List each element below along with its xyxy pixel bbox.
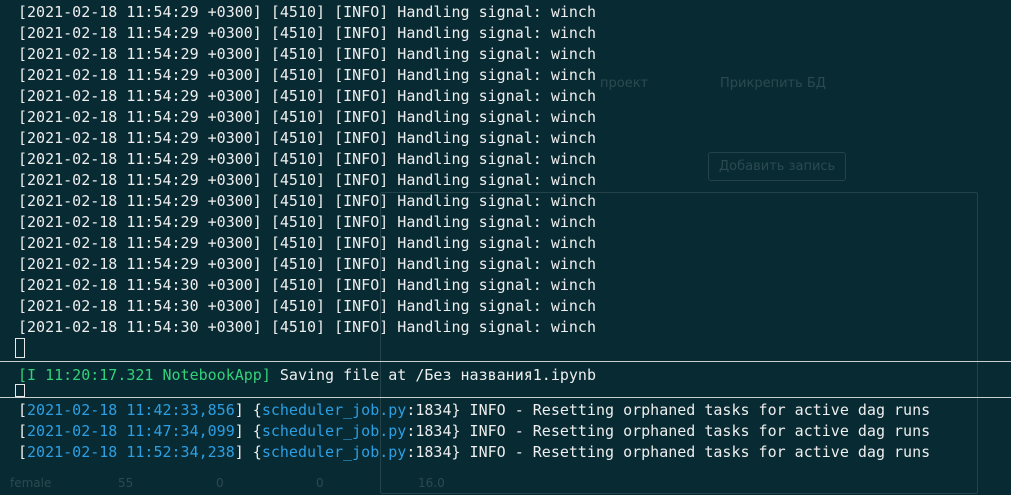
scheduler-log-line: [2021-02-18 11:52:34,238] {scheduler_job… (18, 442, 930, 463)
log-source-file: scheduler_job.py (261, 443, 407, 461)
notebook-log-line: [I 11:20:17.321 NotebookApp] Saving file… (18, 365, 596, 386)
log-timestamp: 2021-02-18 11:52:34,238 (27, 443, 235, 461)
log-lines-top: [2021-02-18 11:54:29 +0300] [4510] [INFO… (18, 2, 596, 338)
log-lines-bottom: [2021-02-18 11:42:33,856] {scheduler_job… (18, 400, 930, 463)
log-message: :1834} INFO - Resetting orphaned tasks f… (406, 443, 931, 461)
log-line: [2021-02-18 11:54:29 +0300] [4510] [INFO… (18, 24, 596, 42)
bracket: [ (18, 443, 28, 461)
log-line: [2021-02-18 11:54:30 +0300] [4510] [INFO… (18, 276, 596, 294)
log-line: [2021-02-18 11:54:29 +0300] [4510] [INFO… (18, 192, 596, 210)
log-line: [2021-02-18 11:54:29 +0300] [4510] [INFO… (18, 3, 596, 21)
scheduler-log-line: [2021-02-18 11:47:34,099] {scheduler_job… (18, 421, 930, 442)
log-line: [2021-02-18 11:54:29 +0300] [4510] [INFO… (18, 234, 596, 252)
log-line: [2021-02-18 11:54:29 +0300] [4510] [INFO… (18, 66, 596, 84)
terminal-cursor (15, 338, 25, 358)
log-timestamp: 2021-02-18 11:42:33,856 (27, 401, 235, 419)
log-message: :1834} INFO - Resetting orphaned tasks f… (406, 422, 931, 440)
scheduler-log-line: [2021-02-18 11:42:33,856] {scheduler_job… (18, 400, 930, 421)
log-lines-middle: [I 11:20:17.321 NotebookApp] Saving file… (18, 365, 596, 386)
bracket: ] { (234, 443, 262, 461)
log-line: [2021-02-18 11:54:29 +0300] [4510] [INFO… (18, 45, 596, 63)
bracket: ] { (234, 422, 262, 440)
log-line: [2021-02-18 11:54:29 +0300] [4510] [INFO… (18, 108, 596, 126)
log-line: [2021-02-18 11:54:29 +0300] [4510] [INFO… (18, 213, 596, 231)
bracket: ] { (234, 401, 262, 419)
log-message: :1834} INFO - Resetting orphaned tasks f… (406, 401, 931, 419)
terminal-window[interactable]: проект Прикрепить БД Добавить запись fem… (0, 0, 1011, 495)
notebook-log-message: Saving file at /Без названия1.ipynb (270, 366, 596, 384)
terminal-pane-top[interactable]: [2021-02-18 11:54:29 +0300] [4510] [INFO… (0, 0, 1011, 360)
log-line: [2021-02-18 11:54:29 +0300] [4510] [INFO… (18, 87, 596, 105)
log-source-file: scheduler_job.py (261, 422, 407, 440)
terminal-cursor (15, 384, 25, 397)
terminal-pane-bottom[interactable]: [2021-02-18 11:42:33,856] {scheduler_job… (0, 398, 1011, 495)
log-line: [2021-02-18 11:54:30 +0300] [4510] [INFO… (18, 297, 596, 315)
log-line: [2021-02-18 11:54:29 +0300] [4510] [INFO… (18, 150, 596, 168)
log-line: [2021-02-18 11:54:29 +0300] [4510] [INFO… (18, 255, 596, 273)
log-timestamp: 2021-02-18 11:47:34,099 (27, 422, 235, 440)
bracket: [ (18, 401, 28, 419)
log-line: [2021-02-18 11:54:30 +0300] [4510] [INFO… (18, 318, 596, 336)
bracket: [ (18, 422, 28, 440)
log-line: [2021-02-18 11:54:29 +0300] [4510] [INFO… (18, 171, 596, 189)
terminal-pane-middle[interactable]: [I 11:20:17.321 NotebookApp] Saving file… (0, 362, 1011, 397)
log-line: [2021-02-18 11:54:29 +0300] [4510] [INFO… (18, 129, 596, 147)
log-source-file: scheduler_job.py (261, 401, 407, 419)
notebook-log-prefix: [I 11:20:17.321 NotebookApp] (18, 366, 271, 384)
